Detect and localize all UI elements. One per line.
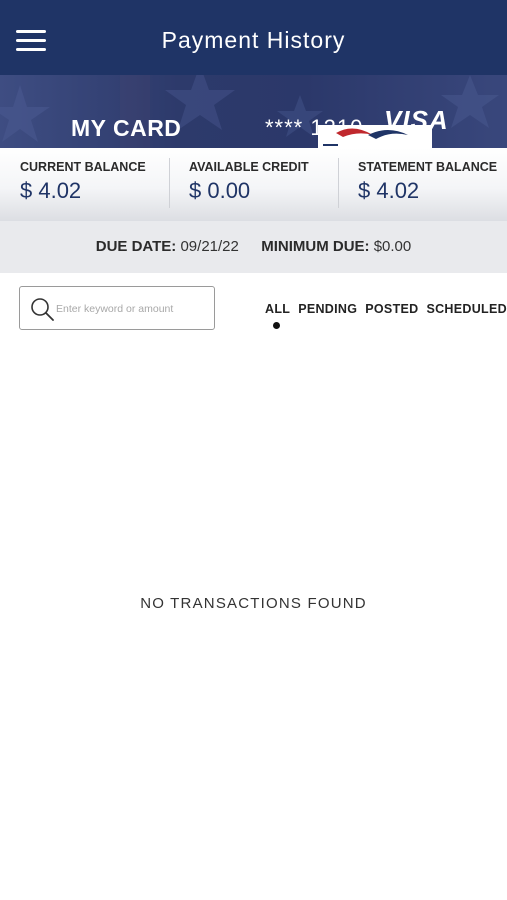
current-balance: CURRENT BALANCE $ 4.02 bbox=[0, 148, 169, 221]
tab-pending[interactable]: PENDING bbox=[298, 302, 357, 316]
due-date-label: DUE DATE: bbox=[95, 238, 177, 255]
search-input[interactable] bbox=[56, 299, 206, 319]
balance-summary: CURRENT BALANCE $ 4.02 AVAILABLE CREDIT … bbox=[0, 148, 507, 221]
tab-posted[interactable]: POSTED bbox=[365, 302, 418, 316]
current-balance-label: CURRENT BALANCE bbox=[20, 160, 146, 174]
empty-transactions-message: NO TRANSACTIONS FOUND bbox=[140, 595, 367, 612]
statement-balance-value: $ 4.02 bbox=[358, 178, 420, 203]
minimum-due-value: $0.00 bbox=[373, 238, 412, 255]
available-credit-label: AVAILABLE CREDIT bbox=[189, 160, 309, 174]
card-name: MY CARD bbox=[71, 115, 182, 141]
statement-balance-label: STATEMENT BALANCE bbox=[358, 160, 498, 174]
available-credit: AVAILABLE CREDIT $ 0.00 bbox=[169, 148, 338, 221]
visa-logo: VISA bbox=[384, 105, 449, 135]
current-balance-value: $ 4.02 bbox=[20, 178, 82, 203]
due-info-bar: DUE DATE: 09/21/22 MINIMUM DUE: $0.00 bbox=[0, 221, 507, 273]
available-credit-value: $ 0.00 bbox=[189, 178, 251, 203]
app-header: Payment History bbox=[0, 0, 507, 75]
page-title: Payment History bbox=[161, 27, 346, 53]
statement-balance: STATEMENT BALANCE $ 4.02 bbox=[338, 148, 507, 221]
due-date-value: 09/21/22 bbox=[180, 238, 239, 255]
tab-all[interactable]: ALL bbox=[265, 302, 290, 329]
search-box[interactable] bbox=[19, 286, 215, 330]
card-banner: MY CARD **** 1210 VISA bbox=[0, 75, 507, 148]
transaction-filter-tabs: ALL PENDING POSTED SCHEDULED bbox=[265, 302, 507, 329]
minimum-due-label: MINIMUM DUE: bbox=[261, 238, 370, 255]
search-icon bbox=[31, 298, 54, 321]
tab-scheduled[interactable]: SCHEDULED bbox=[426, 302, 506, 316]
